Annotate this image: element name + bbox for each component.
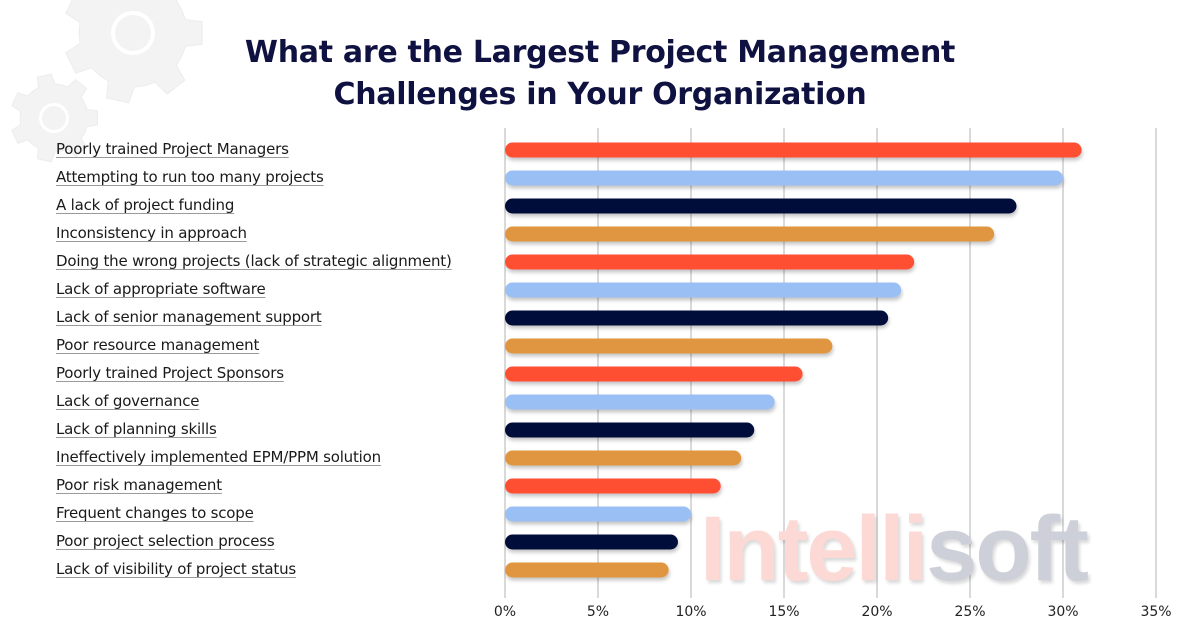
category-label: Poor resource management xyxy=(56,336,260,354)
x-tick-label: 25% xyxy=(954,604,985,620)
x-tick-label: 15% xyxy=(768,604,799,620)
x-tick-label: 10% xyxy=(675,604,706,620)
bar xyxy=(505,562,669,578)
bar xyxy=(505,394,775,410)
bar xyxy=(505,254,915,270)
intellisoft-watermark: Intellisoft xyxy=(700,503,1089,595)
bar xyxy=(505,142,1082,158)
category-label: Lack of visibility of project status xyxy=(56,560,296,578)
category-label: Lack of governance xyxy=(56,392,200,410)
x-axis-tick-labels: 0% 5% 10% 15% 20% 25% 30% 35% xyxy=(494,604,1172,620)
category-label: Lack of senior management support xyxy=(56,308,322,326)
x-tick-label: 20% xyxy=(861,604,892,620)
category-label: Poorly trained Project Managers xyxy=(56,140,289,158)
category-label: Doing the wrong projects (lack of strate… xyxy=(56,252,452,270)
category-label: Poor project selection process xyxy=(56,532,275,550)
category-label: Poorly trained Project Sponsors xyxy=(56,364,284,382)
bar xyxy=(505,534,678,550)
category-label: Lack of planning skills xyxy=(56,420,217,438)
category-label: A lack of project funding xyxy=(56,196,235,214)
category-label: Inconsistency in approach xyxy=(56,224,247,242)
x-tick-label: 35% xyxy=(1140,604,1171,620)
watermark-part-1: Intelli xyxy=(700,498,928,600)
bar xyxy=(505,506,691,522)
bar xyxy=(505,282,902,298)
watermark-part-2: soft xyxy=(926,498,1089,600)
category-label: Frequent changes to scope xyxy=(56,504,254,522)
category-label: Attempting to run too many projects xyxy=(56,168,324,186)
bar xyxy=(505,366,803,382)
bar xyxy=(505,478,721,494)
x-tick-label: 5% xyxy=(587,604,609,620)
category-label: Lack of appropriate software xyxy=(56,280,266,298)
bar xyxy=(505,198,1017,214)
bar xyxy=(505,310,889,326)
bar xyxy=(505,450,742,466)
bar xyxy=(505,226,995,242)
category-label: Ineffectively implemented EPM/PPM soluti… xyxy=(56,448,381,466)
category-label: Poor risk management xyxy=(56,476,222,494)
x-tick-label: 0% xyxy=(494,604,516,620)
bar xyxy=(505,422,755,438)
bar xyxy=(505,170,1063,186)
x-tick-label: 30% xyxy=(1047,604,1078,620)
bar xyxy=(505,338,833,354)
